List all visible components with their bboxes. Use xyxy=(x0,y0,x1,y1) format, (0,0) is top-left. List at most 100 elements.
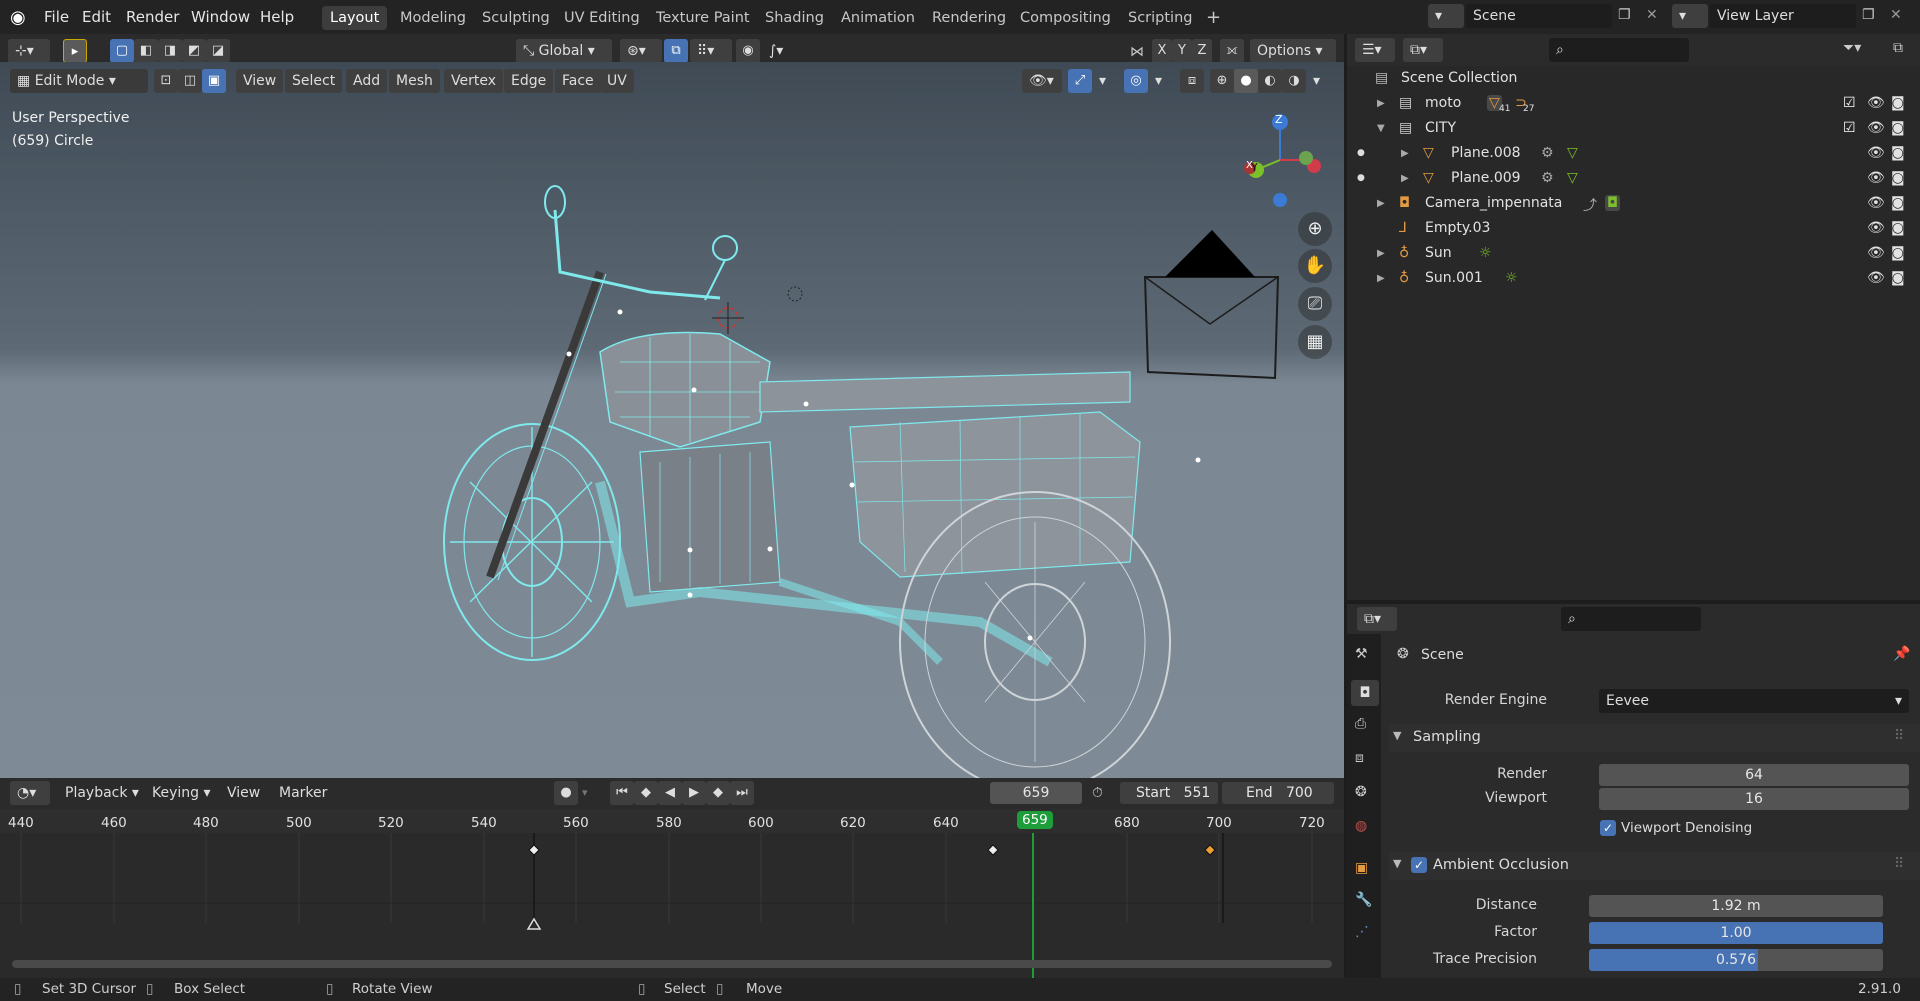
object-tab-icon[interactable]: ▣ xyxy=(1355,860,1368,876)
eye-icon[interactable]: 👁 xyxy=(1867,145,1885,161)
tab-shading[interactable]: Shading xyxy=(757,6,832,30)
delete-scene-icon[interactable]: ✕ xyxy=(1646,7,1658,23)
outliner-row-scene-collection[interactable]: ▤ Scene Collection xyxy=(1347,66,1920,91)
view-layer-selector-icon[interactable]: ▾ xyxy=(1672,4,1708,28)
properties-editor[interactable]: ⧉▾ ⌕ ⚒ ◘ ⎙ ⧈ ❂ ◍ ▣ 🔧 ⋰ ❂ Scene 📌 Render … xyxy=(1347,604,1920,978)
drag-handle-icon[interactable]: ⠿ xyxy=(1894,856,1904,872)
properties-editor-type-icon[interactable]: ⧉▾ xyxy=(1357,607,1397,631)
gizmo-toggle-icon[interactable]: ⤢ xyxy=(1068,69,1092,93)
view-layer-name-field[interactable]: View Layer xyxy=(1710,4,1856,28)
mirror-y-button[interactable]: Y xyxy=(1172,39,1192,63)
pan-hand-icon[interactable]: ✋ xyxy=(1298,249,1332,283)
render-tab-icon[interactable]: ◘ xyxy=(1351,680,1379,706)
prev-keyframe-icon[interactable]: ◆ xyxy=(634,781,658,805)
new-scene-icon[interactable]: ❐ xyxy=(1618,7,1631,23)
properties-search-input[interactable]: ⌕ xyxy=(1561,607,1701,631)
next-keyframe-icon[interactable]: ◆ xyxy=(706,781,730,805)
wireframe-shading-icon[interactable]: ⊕ xyxy=(1210,69,1234,93)
timeline-editor[interactable]: ◔▾ Playback ▾ Keying ▾ View Marker ● ▾ ⏮… xyxy=(0,778,1344,978)
solid-shading-icon[interactable]: ● xyxy=(1234,69,1258,93)
outliner-row-plane-008[interactable]: ● ▶ ▽ Plane.008 ⚙ ▽ 👁 ◙ xyxy=(1347,141,1920,166)
jump-end-icon[interactable]: ⏭ xyxy=(730,781,754,805)
eye-icon[interactable]: 👁 xyxy=(1867,220,1885,236)
outliner-row-empty[interactable]: ⅃ Empty.03 👁 ◙ xyxy=(1347,216,1920,241)
menu-select[interactable]: Select xyxy=(285,69,343,93)
tab-layout[interactable]: Layout xyxy=(322,6,388,30)
tab-scripting[interactable]: Scripting xyxy=(1120,6,1200,30)
editor-type-icon[interactable]: ⊹▾ xyxy=(8,39,50,63)
tab-modeling[interactable]: Modeling xyxy=(392,6,474,30)
expand-arrow-icon[interactable]: ▶ xyxy=(1377,198,1385,209)
outliner-search-input[interactable]: ⌕ xyxy=(1549,38,1689,62)
add-workspace-icon[interactable]: + xyxy=(1198,6,1229,30)
vertex-select-icon[interactable]: ⊡ xyxy=(154,69,178,93)
viewport-samples-field[interactable]: 16 xyxy=(1599,788,1909,810)
snap-target-icon[interactable]: ⠿▾ xyxy=(690,39,732,63)
ao-factor-slider[interactable]: 1.00 xyxy=(1589,922,1883,944)
camera-render-icon[interactable]: ◙ xyxy=(1891,120,1905,136)
outliner-row-camera[interactable]: ▶ ◘ Camera_impennata ⤴ ◘ 👁 ◙ xyxy=(1347,191,1920,216)
current-frame-field[interactable]: 659 xyxy=(990,782,1082,804)
rendered-shading-icon[interactable]: ◑ xyxy=(1282,69,1306,93)
scene-name-field[interactable]: Scene xyxy=(1466,4,1612,28)
menu-view[interactable]: View xyxy=(236,69,284,93)
select-mode-extend-icon[interactable]: ◧ xyxy=(134,39,158,63)
navigation-gizmo[interactable]: Z Y X xyxy=(1230,110,1330,210)
exclude-checkbox[interactable]: ☑ xyxy=(1843,120,1856,136)
menu-face[interactable]: Face xyxy=(555,69,601,93)
particles-tab-icon[interactable]: ⋰ xyxy=(1355,924,1369,940)
new-view-layer-icon[interactable]: ❐ xyxy=(1862,7,1875,23)
options-dropdown[interactable]: Options ▾ xyxy=(1250,39,1336,63)
menu-vertex[interactable]: Vertex xyxy=(444,69,504,93)
face-select-icon[interactable]: ▣ xyxy=(202,69,226,93)
end-frame-field[interactable]: End 700 xyxy=(1222,782,1334,804)
select-tool-icon[interactable]: ▸ xyxy=(63,39,87,63)
eye-icon[interactable]: 👁 xyxy=(1867,95,1885,111)
dopesheet-area[interactable] xyxy=(0,833,1344,978)
eye-icon[interactable]: 👁 xyxy=(1867,195,1885,211)
tool-tab-icon[interactable]: ⚒ xyxy=(1355,646,1368,662)
tab-sculpting[interactable]: Sculpting xyxy=(474,6,558,30)
expand-arrow-icon[interactable]: ▶ xyxy=(1401,148,1409,159)
outliner-row-city[interactable]: ▼ ▤ CITY ☑ 👁 ◙ xyxy=(1347,116,1920,141)
play-reverse-icon[interactable]: ◀ xyxy=(658,781,682,805)
select-mode-intersect-icon[interactable]: ◪ xyxy=(206,39,230,63)
snap-toggle-icon[interactable]: ⧉ xyxy=(664,39,688,63)
output-tab-icon[interactable]: ⎙ xyxy=(1355,716,1366,732)
ao-precision-slider[interactable]: 0.576 xyxy=(1589,949,1883,971)
camera-view-icon[interactable]: ⎚ xyxy=(1298,287,1332,321)
ao-distance-field[interactable]: 1.92 m xyxy=(1589,895,1883,917)
delete-view-layer-icon[interactable]: ✕ xyxy=(1890,7,1902,23)
expand-arrow-icon[interactable]: ▶ xyxy=(1377,98,1385,109)
menu-add[interactable]: Add xyxy=(346,69,388,93)
menu-file[interactable]: File xyxy=(44,8,69,26)
expand-arrow-icon[interactable]: ▶ xyxy=(1377,248,1385,259)
eye-icon[interactable]: 👁 xyxy=(1867,120,1885,136)
menu-help[interactable]: Help xyxy=(260,8,294,26)
expand-arrow-icon[interactable]: ▶ xyxy=(1377,273,1385,284)
menu-edit[interactable]: Edit xyxy=(82,8,111,26)
expand-arrow-icon[interactable]: ▶ xyxy=(1401,173,1409,184)
menu-mesh[interactable]: Mesh xyxy=(389,69,440,93)
menu-keying[interactable]: Keying ▾ xyxy=(145,781,218,805)
overlays-toggle-icon[interactable]: ◎ xyxy=(1124,69,1148,93)
tab-uv-editing[interactable]: UV Editing xyxy=(556,6,648,30)
modifier-icon[interactable]: ⚙ xyxy=(1541,170,1554,186)
drag-handle-icon[interactable]: ⠿ xyxy=(1894,728,1904,744)
eye-icon[interactable]: 👁 xyxy=(1867,270,1885,286)
camera-render-icon[interactable]: ◙ xyxy=(1891,145,1905,161)
xray-toggle-icon[interactable]: ⧈ xyxy=(1180,69,1204,93)
ao-enable-checkbox[interactable]: ✓ xyxy=(1411,857,1427,873)
edit-dot-icon[interactable]: ● xyxy=(1357,173,1365,183)
camera-render-icon[interactable]: ◙ xyxy=(1891,95,1905,111)
tab-texture-paint[interactable]: Texture Paint xyxy=(648,6,758,30)
overlays-dropdown-icon[interactable]: ▾ xyxy=(1148,69,1168,93)
tab-animation[interactable]: Animation xyxy=(833,6,923,30)
new-collection-icon[interactable]: ⧉ xyxy=(1893,40,1903,56)
sun-data-icon[interactable]: ☼ xyxy=(1505,270,1518,286)
stopwatch-icon[interactable]: ⏱ xyxy=(1092,785,1103,801)
mesh-data-icon[interactable]: ▽ xyxy=(1567,170,1578,186)
menu-uv[interactable]: UV xyxy=(600,69,634,93)
outliner-row-sun-001[interactable]: ▶ ♁ Sun.001 ☼ 👁 ◙ xyxy=(1347,266,1920,291)
mesh-data-icon[interactable]: ▽ xyxy=(1567,145,1578,161)
